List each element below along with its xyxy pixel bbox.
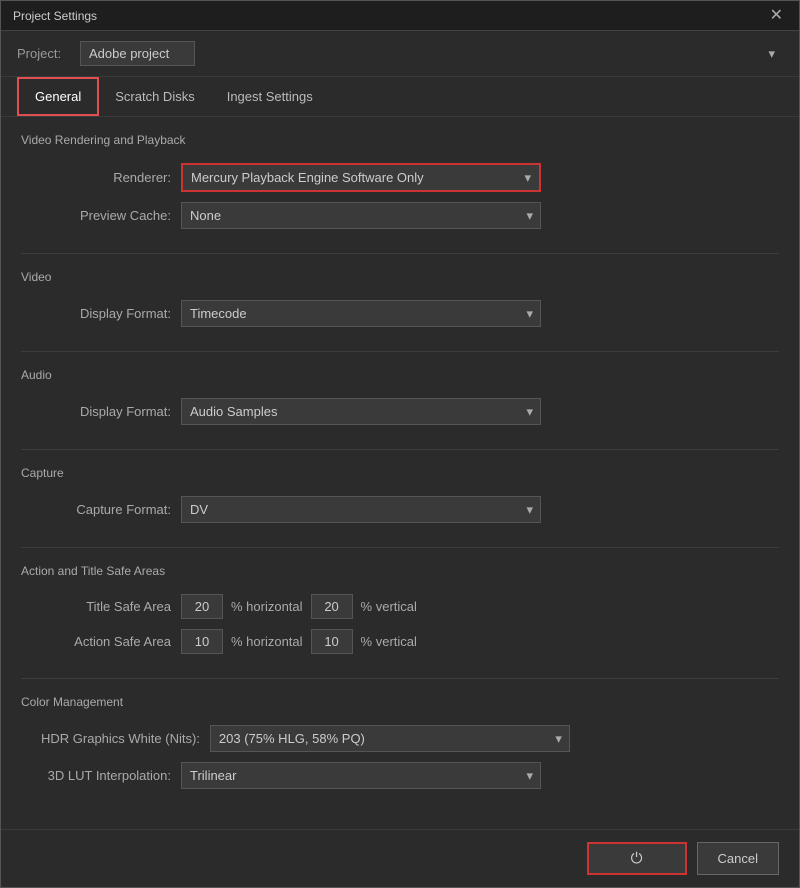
section-safe-areas: Action and Title Safe Areas Title Safe A… [21,564,779,654]
section-title-audio: Audio [21,368,779,386]
video-display-format-select[interactable]: Timecode [181,300,541,327]
hdr-label: HDR Graphics White (Nits): [41,731,210,746]
ok-icon: ⏻ [631,850,643,867]
audio-display-format-select[interactable]: Audio Samples [181,398,541,425]
video-display-format-label: Display Format: [41,306,181,321]
title-safe-h-input[interactable] [181,594,223,619]
title-bar: Project Settings ✕ [1,1,799,31]
dialog-title: Project Settings [13,9,97,23]
tab-general[interactable]: General [17,77,99,116]
title-safe-row: Title Safe Area % horizontal % vertical [21,594,779,619]
section-capture: Capture Capture Format: DV [21,466,779,523]
title-safe-v-input[interactable] [311,594,353,619]
action-safe-row: Action Safe Area % horizontal % vertical [21,629,779,654]
capture-format-wrap: DV [181,496,541,523]
action-safe-h-input[interactable] [181,629,223,654]
hdr-row: HDR Graphics White (Nits): 203 (75% HLG,… [21,725,779,752]
section-color-management: Color Management HDR Graphics White (Nit… [21,695,779,789]
close-button[interactable]: ✕ [766,6,787,26]
audio-display-format-label: Display Format: [41,404,181,419]
project-dropdown[interactable]: Adobe project [80,41,195,66]
divider-4 [21,547,779,548]
tab-ingest-settings[interactable]: Ingest Settings [211,77,329,116]
title-safe-v-unit: % vertical [361,599,417,614]
action-safe-h-unit: % horizontal [231,634,303,649]
lut-row: 3D LUT Interpolation: Trilinear [21,762,779,789]
ok-button[interactable]: ⏻ [587,842,687,875]
preview-cache-row: Preview Cache: None [21,202,779,229]
capture-format-select[interactable]: DV [181,496,541,523]
divider-5 [21,678,779,679]
divider-1 [21,253,779,254]
tab-scratch-disks[interactable]: Scratch Disks [99,77,210,116]
section-title-video: Video [21,270,779,288]
project-settings-dialog: Project Settings ✕ Project: Adobe projec… [0,0,800,888]
divider-2 [21,351,779,352]
project-dropdown-wrap: Adobe project [80,41,783,66]
title-safe-h-unit: % horizontal [231,599,303,614]
section-audio: Audio Display Format: Audio Samples [21,368,779,425]
audio-display-format-wrap: Audio Samples [181,398,541,425]
hdr-select[interactable]: 203 (75% HLG, 58% PQ) [210,725,570,752]
video-display-format-wrap: Timecode [181,300,541,327]
preview-cache-label: Preview Cache: [41,208,181,223]
divider-3 [21,449,779,450]
renderer-label: Renderer: [41,170,181,185]
tabs-bar: General Scratch Disks Ingest Settings [1,77,799,117]
content-area: Video Rendering and Playback Renderer: M… [1,117,799,829]
section-video: Video Display Format: Timecode [21,270,779,327]
lut-select-wrap: Trilinear [181,762,541,789]
capture-format-row: Capture Format: DV [21,496,779,523]
action-safe-v-input[interactable] [311,629,353,654]
hdr-select-wrap: 203 (75% HLG, 58% PQ) [210,725,570,752]
section-title-video-rendering: Video Rendering and Playback [21,133,779,151]
renderer-row: Renderer: Mercury Playback Engine Softwa… [21,163,779,192]
footer: ⏻ Cancel [1,829,799,887]
section-video-rendering: Video Rendering and Playback Renderer: M… [21,133,779,229]
lut-label: 3D LUT Interpolation: [41,768,181,783]
cancel-button[interactable]: Cancel [697,842,779,875]
audio-display-format-row: Display Format: Audio Samples [21,398,779,425]
section-title-capture: Capture [21,466,779,484]
action-safe-label: Action Safe Area [41,634,181,649]
project-row: Project: Adobe project [1,31,799,77]
lut-select[interactable]: Trilinear [181,762,541,789]
renderer-select-wrap: Mercury Playback Engine Software Only [181,163,541,192]
section-title-color-management: Color Management [21,695,779,713]
renderer-select[interactable]: Mercury Playback Engine Software Only [183,165,539,190]
preview-cache-select-wrap: None [181,202,541,229]
action-safe-v-unit: % vertical [361,634,417,649]
capture-format-label: Capture Format: [41,502,181,517]
project-label: Project: [17,46,72,61]
section-title-safe-areas: Action and Title Safe Areas [21,564,779,582]
video-display-format-row: Display Format: Timecode [21,300,779,327]
title-safe-label: Title Safe Area [41,599,181,614]
preview-cache-select[interactable]: None [181,202,541,229]
